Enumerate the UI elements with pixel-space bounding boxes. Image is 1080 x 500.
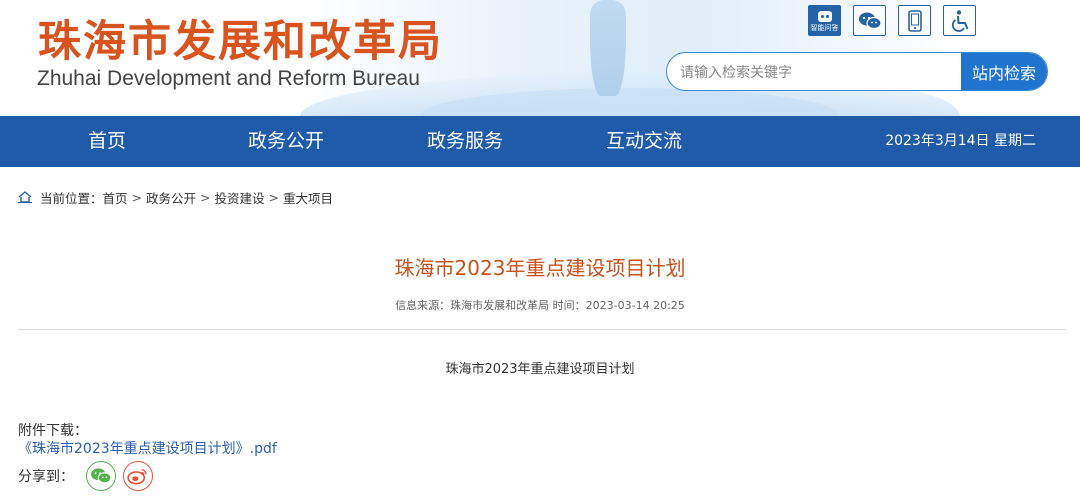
attachment-label: 附件下载：: [18, 423, 88, 439]
nav-item-interaction[interactable]: 互动交流: [594, 116, 694, 167]
wechat-icon[interactable]: [853, 5, 886, 36]
article-title: 珠海市2023年重点建设项目计划: [394, 256, 686, 280]
article-body: 珠海市2023年重点建设项目计划: [445, 362, 635, 377]
share-wechat-button[interactable]: [86, 461, 116, 491]
article-meta: 信息来源：珠海市发展和改革局 时间：2023-03-14 20:25: [395, 299, 685, 312]
robot-icon-label: 智能问答: [810, 23, 839, 32]
search-button[interactable]: 站内检索: [961, 53, 1047, 90]
header-tool-icons: 智能问答: [808, 5, 976, 36]
breadcrumb-prefix: 当前位置：: [40, 190, 103, 206]
mobile-icon[interactable]: [898, 5, 931, 36]
home-icon: [18, 191, 32, 203]
wechat-icon: [91, 468, 112, 484]
search-input[interactable]: [667, 53, 961, 90]
breadcrumb: 当前位置： 首页 > 政务公开 > 投资建设 > 重大项目: [18, 187, 333, 207]
site-header: 珠海市发展和改革局 Zhuhai Development and Reform …: [0, 0, 1080, 116]
breadcrumb-separator: >: [200, 189, 211, 205]
divider: [18, 329, 1066, 330]
search-box: 站内检索: [666, 52, 1048, 91]
breadcrumb-item-major-projects[interactable]: 重大项目: [283, 188, 333, 207]
breadcrumb-separator: >: [131, 189, 143, 205]
breadcrumb-item-home[interactable]: 首页: [103, 188, 128, 207]
current-date: 2023年3月14日 星期二: [885, 133, 1036, 149]
share-weibo-button[interactable]: [123, 461, 153, 491]
main-nav: 首页 政务公开 政务服务 互动交流 2023年3月14日 星期二: [0, 116, 1080, 167]
breadcrumb-item-government-affairs[interactable]: 政务公开: [146, 188, 196, 207]
share-bar: 分享到：: [18, 460, 160, 492]
site-logo-english[interactable]: Zhuhai Development and Reform Bureau: [37, 66, 420, 92]
share-label: 分享到：: [18, 469, 74, 485]
breadcrumb-separator: >: [268, 189, 280, 205]
nav-item-government-services[interactable]: 政务服务: [415, 116, 515, 167]
nav-item-home[interactable]: 首页: [66, 116, 148, 167]
site-logo-chinese[interactable]: 珠海市发展和改革局: [38, 18, 443, 66]
accessibility-icon[interactable]: [943, 5, 976, 36]
attachment-link[interactable]: 《珠海市2023年重点建设项目计划》.pdf: [18, 438, 277, 458]
robot-icon[interactable]: 智能问答: [808, 5, 841, 36]
nav-item-government-affairs[interactable]: 政务公开: [236, 116, 336, 167]
breadcrumb-item-investment[interactable]: 投资建设: [215, 188, 265, 207]
weibo-icon: [127, 468, 147, 485]
